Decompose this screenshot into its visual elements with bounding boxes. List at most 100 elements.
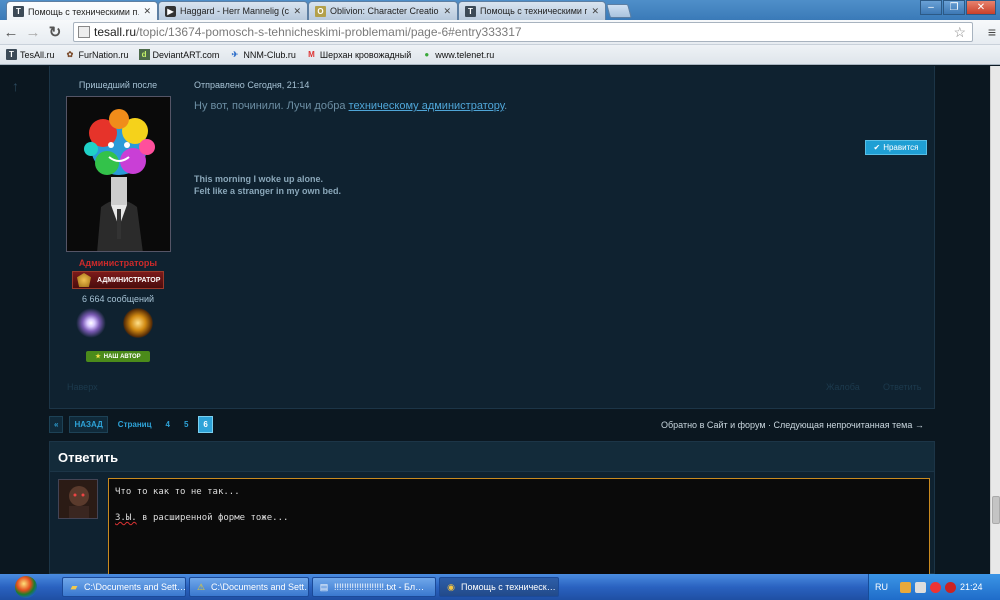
taskbar-item[interactable]: ▤ !!!!!!!!!!!!!!!!!!!!.txt - Бл… [312, 577, 436, 597]
tab-strip: T Помощь с техническими п… ✕ ▶ Haggard -… [0, 0, 1000, 21]
signature: This morning I woke up alone. Felt like … [194, 173, 341, 197]
tab-1[interactable]: T Помощь с техническими п… ✕ [6, 1, 158, 21]
system-tray: RU 21:24 [868, 574, 1000, 600]
chrome-icon: ◉ [447, 581, 455, 592]
like-label: Нравится [883, 143, 919, 152]
current-page: 6 [198, 416, 213, 433]
taskbar-item[interactable]: ◉ Помощь с техническ… [439, 577, 559, 597]
avatar [58, 479, 98, 519]
author-column: Пришедший после Администраторы АДМИНИСТР… [50, 66, 186, 408]
tesall-icon: T [13, 6, 24, 17]
taskbar-item-label: C:\Documents and Sett… [84, 582, 186, 592]
language-indicator[interactable]: RU [875, 582, 888, 592]
post-date: Отправлено Сегодня, 21:14 [194, 80, 310, 90]
admin-link[interactable]: техническому администратору [349, 100, 505, 112]
menu-icon[interactable]: ≡ [988, 24, 996, 40]
taskbar-item[interactable]: ⚠ C:\Documents and Sett… [189, 577, 309, 597]
author-badge: ★ НАШ АВТОР [86, 351, 150, 362]
antivirus-icon[interactable] [930, 581, 941, 593]
warning-icon: ⚠ [196, 581, 206, 592]
forum-navigation-links[interactable]: Обратно в Сайт и форум · Следующая непро… [661, 420, 924, 430]
reply-editor[interactable]: Что то как то не так... З.Ы. в расширенн… [108, 478, 930, 575]
paw-icon: ✿ [66, 50, 74, 59]
window-controls: – ❐ ✕ [920, 0, 996, 15]
network-icon[interactable] [915, 581, 926, 593]
page-link[interactable]: 5 [180, 416, 192, 433]
reply-link[interactable]: Ответить [883, 382, 921, 392]
bookmark-telenet[interactable]: ● www.telenet.ru [421, 49, 494, 60]
nnm-icon: ✈ [231, 50, 239, 59]
notepad-icon: ▤ [319, 581, 329, 592]
bookmark-label: DeviantART.com [152, 49, 220, 60]
close-icon[interactable]: ✕ [293, 6, 301, 17]
top-link[interactable]: Наверх [67, 382, 98, 392]
starburst-medal-icon [76, 308, 106, 338]
post-text-end: . [504, 100, 508, 112]
tesall-icon: T [6, 49, 17, 60]
clock[interactable]: 21:24 [960, 582, 983, 592]
gmail-icon: M [308, 50, 315, 59]
avatar[interactable] [66, 96, 171, 252]
opera-icon[interactable] [945, 581, 956, 593]
forward-arrow-icon[interactable]: → [22, 21, 44, 43]
bookmark-nnm[interactable]: ✈ NNM-Club.ru [229, 49, 296, 60]
close-icon[interactable]: ✕ [443, 6, 451, 17]
page-link[interactable]: 4 [162, 416, 174, 433]
user-group: Администраторы [78, 258, 158, 268]
bookmark-label: NNM-Club.ru [243, 49, 296, 60]
windows-logo-icon [15, 576, 37, 598]
tab-3[interactable]: O Oblivion: Character Creation… ✕ [308, 1, 458, 20]
signature-line: This morning I woke up alone. [194, 174, 324, 184]
scrollbar-thumb[interactable] [992, 496, 1000, 524]
like-button[interactable]: ✔ Нравится [865, 140, 927, 155]
bronze-medal-icon [123, 308, 153, 338]
misspelled-word: З.Ы. [115, 513, 137, 523]
bookmark-label: TesAll.ru [20, 49, 55, 60]
bookmark-deviantart[interactable]: d DeviantART.com [138, 49, 220, 60]
reload-icon[interactable]: ↻ [44, 21, 66, 43]
bookmark-label: Шерхан кровожадный [319, 49, 412, 60]
tab-4[interactable]: T Помощь с техническими п… ✕ [458, 1, 606, 20]
taskbar-item-label: C:\Documents and Sett… [211, 582, 309, 592]
bookmark-sherhan[interactable]: M Шерхан кровожадный [306, 49, 411, 60]
close-icon[interactable]: ✕ [143, 6, 151, 17]
check-icon: ✔ [873, 143, 881, 152]
bookmark-label: www.telenet.ru [435, 49, 495, 60]
tab-title: Помощь с техническими п… [480, 6, 588, 16]
pages-label[interactable]: Страниц [114, 416, 156, 433]
pagination: « НАЗАД Страниц 4 5 6 [49, 416, 213, 433]
post-author[interactable]: Пришедший после [50, 80, 186, 90]
bookmark-furnation[interactable]: ✿ FurNation.ru [65, 49, 129, 60]
page-scrollbar[interactable] [990, 66, 1000, 574]
back-arrow-icon[interactable]: ← [0, 21, 22, 43]
close-window-icon[interactable]: ✕ [966, 0, 996, 15]
oblivion-icon: O [315, 5, 326, 17]
reply-heading: Ответить [50, 442, 934, 472]
browser-toolbar: ← → ↻ tesall.ru /topic/13674-pomosch-s-t… [0, 20, 1000, 45]
report-link[interactable]: Жалоба [826, 382, 860, 392]
telenet-icon: ● [424, 50, 430, 59]
deviantart-icon: d [138, 49, 150, 60]
new-tab-button[interactable] [606, 4, 632, 18]
taskbar-item[interactable]: ▰ C:\Documents and Sett… [62, 577, 186, 597]
address-bar[interactable]: tesall.ru /topic/13674-pomosch-s-tehnich… [73, 22, 973, 42]
post-body: Ну вот, починили. Лучи добра техническом… [194, 100, 507, 112]
tab-title: Oblivion: Character Creation… [330, 6, 439, 16]
post-text: Ну вот, починили. Лучи добра [194, 100, 349, 112]
reply-panel: Ответить Что то как то не так... З.Ы. в … [49, 441, 935, 575]
minimize-icon[interactable]: – [920, 0, 942, 15]
star-icon[interactable]: ☆ [953, 24, 966, 41]
tab-title: Помощь с техническими п… [28, 6, 140, 17]
bookmark-tesall[interactable]: T TesAll.ru [6, 49, 55, 60]
url-path: /topic/13674-pomosch-s-tehnicheskimi-pro… [136, 25, 522, 39]
editor-line: З.Ы. в расширенной форме тоже... [115, 512, 923, 525]
tab-2[interactable]: ▶ Haggard - Herr Mannelig (c… ✕ [158, 1, 308, 20]
previous-page-button[interactable]: НАЗАД [69, 416, 108, 433]
close-icon[interactable]: ✕ [591, 6, 599, 17]
scroll-up-arrow-icon[interactable]: ↑ [12, 78, 19, 94]
start-button[interactable] [0, 574, 52, 600]
first-page-button[interactable]: « [49, 416, 64, 433]
maximize-icon[interactable]: ❐ [943, 0, 965, 15]
tray-app-icon[interactable] [900, 581, 911, 593]
shield-icon [77, 273, 91, 287]
